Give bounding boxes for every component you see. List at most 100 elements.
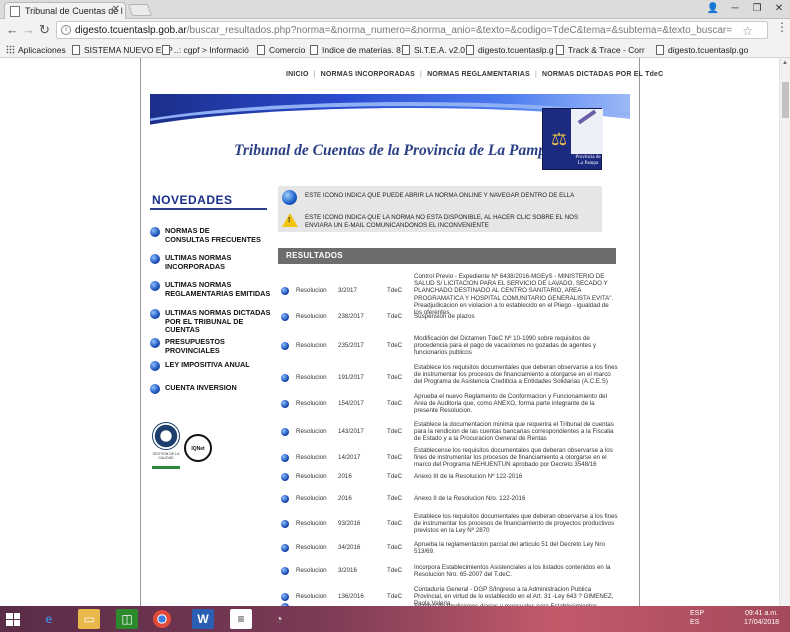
language-indicator[interactable]: ESP ES [690, 609, 704, 627]
page-icon [466, 45, 474, 55]
open-online-icon[interactable] [281, 399, 289, 408]
bookmarks-bar: Aplicaciones SISTEMA NUEVO EXP ..: cgpf … [0, 41, 790, 58]
result-description[interactable]: Suspension de plazos [414, 313, 618, 320]
bookmark-item[interactable]: ..: cgpf > Informació [162, 44, 249, 56]
back-icon[interactable]: ← [6, 23, 19, 37]
tab-title: Tribunal de Cuentas de l [25, 6, 123, 16]
seal-caption: Provincia de La Pampa [575, 155, 601, 166]
open-online-icon[interactable] [281, 453, 289, 462]
quality-logo-bar [152, 466, 180, 469]
result-type: Resolucion [296, 399, 327, 407]
system-clock[interactable]: 09:41 a.m. 17/04/2018 [744, 609, 779, 627]
result-description[interactable]: Modificación del Dictamen TdeC Nº 10-199… [414, 335, 618, 357]
browser-toolbar: ← → ↻ i digesto.tcuentaslp.gob.ar/buscar… [0, 19, 790, 41]
sidebar-item-ultimas-incorporadas[interactable]: ULTIMAS NORMAS INCORPORADAS [150, 253, 275, 271]
sidebar-item-cuenta-inversion[interactable]: CUENTA INVERSION [150, 383, 275, 394]
page-icon [556, 45, 564, 55]
new-tab-button[interactable] [127, 4, 153, 16]
sidebar-item-label: CONSULTAS FRECUENTES [165, 234, 261, 244]
page-scrollbar[interactable]: ▲ [779, 58, 790, 606]
result-type: Resolucion [296, 374, 327, 382]
sidebar-item-ultimas-reglamentarias[interactable]: ULTIMAS NORMAS REGLAMENTARIAS EMITIDAS [150, 280, 275, 298]
result-number: 34/2016 [338, 544, 361, 552]
open-online-icon[interactable] [281, 287, 289, 295]
result-description[interactable]: Control Previo - Expediente Nº 6438/2016… [414, 273, 618, 316]
forward-icon[interactable]: → [22, 23, 35, 37]
tab-close-icon[interactable]: ✕ [112, 4, 120, 15]
result-type: Resolucion [296, 287, 327, 294]
sidebar-item-ultimas-dictadas[interactable]: ULTIMAS NORMAS DICTADAS POR EL TRIBUNAL D… [150, 308, 275, 335]
lang-secondary: ES [690, 619, 700, 626]
open-online-icon[interactable] [281, 519, 289, 528]
result-number: 3/2016 [338, 567, 357, 575]
result-description[interactable]: Establece la documentacion minima que re… [414, 421, 618, 443]
word-icon[interactable]: W [192, 609, 214, 629]
result-number: 93/2016 [338, 519, 361, 527]
result-description[interactable]: Establecense los requisitos documentales… [414, 447, 618, 469]
browser-menu-icon[interactable]: ⋮ [776, 21, 788, 33]
open-online-icon[interactable] [281, 592, 289, 601]
close-window-icon[interactable]: ✕ [766, 0, 790, 18]
windows-start-icon[interactable] [6, 613, 20, 626]
open-online-icon[interactable] [281, 495, 289, 503]
globe-bullet-icon [150, 309, 160, 319]
bookmark-label: ..: cgpf > Informació [174, 45, 249, 55]
reload-icon[interactable]: ↻ [39, 23, 50, 37]
nav-normas-incorporadas[interactable]: NORMAS INCORPORADAS [321, 71, 415, 78]
globe-bullet-icon [150, 227, 160, 237]
scroll-up-arrow-icon[interactable]: ▲ [782, 60, 788, 66]
nav-normas-dictadas[interactable]: NORMAS DICTADAS POR EL TdeC [542, 71, 663, 78]
iqnet-logo: IQNet [184, 434, 212, 462]
open-online-icon[interactable] [281, 473, 289, 481]
bookmark-star-icon[interactable]: ☆ [742, 24, 753, 38]
bookmark-apps[interactable]: Aplicaciones [6, 44, 66, 56]
bookmark-label: digesto.tcuentaslp.go [668, 45, 749, 55]
result-description[interactable]: Anexo III de la Resolucion Nº 122-2016 [414, 473, 618, 480]
bookmark-item[interactable]: digesto.tcuentaslp.g [466, 44, 554, 56]
file-explorer-icon[interactable]: ▭ [78, 609, 100, 629]
result-description[interactable]: Anexo II de la Resolucion Nro. 122-2016 [414, 495, 618, 502]
sidebar-item-label: INCORPORADAS [165, 261, 225, 271]
bookmark-item[interactable]: digesto.tcuentaslp.go [656, 44, 748, 56]
result-type: Resolucion [296, 519, 327, 527]
scrollbar-thumb[interactable] [782, 82, 789, 118]
store-icon[interactable]: ◫ [116, 609, 138, 629]
sidebar-item-normas-consultas[interactable]: NORMAS DE CONSULTAS FRECUENTES [150, 226, 275, 244]
nav-normas-reglamentarias[interactable]: NORMAS REGLAMENTARIAS [427, 71, 530, 78]
nav-inicio[interactable]: INICIO [286, 71, 309, 78]
address-bar[interactable]: i digesto.tcuentaslp.gob.ar/buscar_resul… [56, 21, 768, 39]
sidebar-item-ley-impositiva[interactable]: LEY IMPOSITIVA ANUAL [150, 360, 275, 371]
result-description[interactable]: Incorpora Establecimientos Asistenciales… [414, 564, 618, 578]
chrome-icon[interactable] [153, 610, 171, 628]
tribunal-seal-logo: ⚖ Provincia de La Pampa [542, 108, 603, 170]
notepad-icon[interactable]: ≡ [230, 609, 252, 629]
globe-bullet-icon [150, 338, 160, 348]
result-description[interactable]: Establece los requisitos documentales qu… [414, 364, 618, 386]
lang-primary: ESP [690, 610, 705, 617]
result-description[interactable]: Aprueba el nuevo Reglamento de Conformac… [414, 393, 618, 415]
pinned-app-icon[interactable]: ◔ [268, 609, 290, 629]
open-online-icon[interactable] [281, 313, 289, 321]
site-info-icon[interactable]: i [61, 25, 71, 35]
globe-bullet-icon [150, 254, 160, 264]
bookmark-label: Indice de materias. 8 [322, 45, 401, 55]
bookmark-item[interactable]: Indice de materias. 8 [310, 44, 401, 56]
result-code: TdeC [387, 399, 403, 407]
result-number: 136/2016 [338, 592, 364, 600]
open-online-icon[interactable] [281, 427, 289, 436]
bookmark-item[interactable]: Comercio [257, 44, 305, 56]
open-online-icon[interactable] [281, 341, 289, 350]
site-title: Tribunal de Cuentas de la Provincia de L… [234, 142, 554, 159]
result-description[interactable]: Establece los requisitos documentales qu… [414, 513, 618, 535]
bookmark-label: Aplicaciones [18, 45, 66, 55]
page-icon [162, 45, 170, 55]
result-type: Resolucion [296, 495, 327, 502]
bookmark-item[interactable]: Si.T.E.A. v2.0 [402, 44, 465, 56]
bookmark-item[interactable]: Track & Trace - Corr [556, 44, 645, 56]
browser-tab[interactable]: Tribunal de Cuentas de l ✕ [4, 2, 126, 19]
result-description[interactable]: Aprueba la reglamentacion parcial del ar… [414, 541, 618, 555]
sidebar-item-presupuestos[interactable]: PRESUPUESTOS PROVINCIALES [150, 337, 275, 355]
result-number: 143/2017 [338, 427, 364, 435]
bookmark-item[interactable]: SISTEMA NUEVO EXP [72, 44, 173, 56]
internet-explorer-icon[interactable]: e [38, 609, 60, 629]
